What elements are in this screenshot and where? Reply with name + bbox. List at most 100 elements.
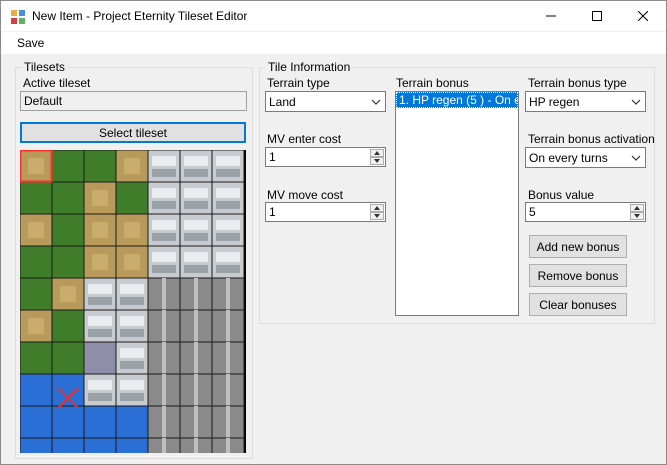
tile-window[interactable] (184, 220, 208, 230)
tileset-preview[interactable] (20, 150, 246, 453)
tile-road-line[interactable] (162, 310, 166, 342)
remove-bonus-button[interactable]: Remove bonus (529, 264, 627, 287)
tile-dirt-patch[interactable] (28, 318, 44, 334)
tile-road-line[interactable] (194, 310, 198, 342)
tile[interactable] (83, 150, 117, 183)
tile-window[interactable] (152, 220, 176, 230)
spin-down-icon[interactable] (370, 157, 384, 165)
tile-road-line[interactable] (226, 374, 230, 406)
minimize-button[interactable] (528, 1, 574, 31)
mv-move-cost-input[interactable]: 1 (265, 202, 386, 222)
tile-window[interactable] (120, 316, 144, 326)
spin-up-icon[interactable] (630, 204, 644, 212)
tile-roof[interactable] (120, 297, 144, 305)
terrain-bonus-list[interactable]: 1. HP regen (5 ) - On every turns (395, 91, 519, 316)
spin-up-icon[interactable] (370, 204, 384, 212)
terrain-bonus-type-combo[interactable]: HP regen (525, 91, 646, 112)
tile-dirt-patch[interactable] (92, 190, 108, 206)
tile-roof[interactable] (184, 233, 208, 241)
terrain-bonus-activation-combo[interactable]: On every turns (525, 147, 646, 168)
tile-dirt-patch[interactable] (92, 222, 108, 238)
tile-road-line[interactable] (194, 438, 198, 453)
tile-dirt-patch[interactable] (124, 158, 140, 174)
tile-road-line[interactable] (162, 438, 166, 453)
tile[interactable] (51, 437, 85, 453)
tile-dirt-patch[interactable] (124, 254, 140, 270)
tile-road-line[interactable] (162, 342, 166, 374)
tile-road-line[interactable] (226, 342, 230, 374)
tile-window[interactable] (216, 252, 240, 262)
tile-roof[interactable] (120, 361, 144, 369)
tile-roof[interactable] (88, 393, 112, 401)
tile[interactable] (51, 181, 85, 215)
tile[interactable] (51, 245, 85, 279)
tile-dirt-patch[interactable] (60, 286, 76, 302)
tile-roof[interactable] (152, 201, 176, 209)
tile-window[interactable] (216, 156, 240, 166)
tile-road-line[interactable] (226, 278, 230, 310)
tile[interactable] (83, 437, 117, 453)
tile-window[interactable] (184, 188, 208, 198)
clear-bonuses-button[interactable]: Clear bonuses (529, 293, 627, 316)
tile[interactable] (20, 245, 53, 279)
tile-window[interactable] (152, 188, 176, 198)
tile-window[interactable] (88, 284, 112, 294)
tile[interactable] (51, 341, 85, 375)
tile[interactable] (20, 341, 53, 375)
tile-road-line[interactable] (162, 374, 166, 406)
tile-road-line[interactable] (162, 278, 166, 310)
mv-move-cost-spinner[interactable] (370, 204, 384, 220)
tile-roof[interactable] (88, 329, 112, 337)
tile-window[interactable] (88, 316, 112, 326)
tile-window[interactable] (152, 252, 176, 262)
tile-roof[interactable] (216, 233, 240, 241)
tile-window[interactable] (184, 156, 208, 166)
tile-road-line[interactable] (194, 374, 198, 406)
tile[interactable] (83, 341, 117, 375)
tileset-grid[interactable] (20, 150, 246, 453)
tile[interactable] (20, 277, 53, 311)
tile-dirt-patch[interactable] (124, 222, 140, 238)
tile-roof[interactable] (88, 297, 112, 305)
tile-roof[interactable] (120, 329, 144, 337)
maximize-button[interactable] (574, 1, 620, 31)
tile-window[interactable] (216, 188, 240, 198)
spin-up-icon[interactable] (370, 149, 384, 157)
tile[interactable] (115, 181, 149, 215)
select-tileset-button[interactable]: Select tileset (20, 122, 246, 143)
tile-dirt-patch[interactable] (28, 222, 44, 238)
tile-roof[interactable] (152, 169, 176, 177)
tile[interactable] (51, 213, 85, 247)
tile-window[interactable] (88, 380, 112, 390)
tile-road-line[interactable] (194, 342, 198, 374)
tile-road-line[interactable] (194, 406, 198, 438)
tile[interactable] (51, 150, 85, 183)
terrain-bonus-list-item[interactable]: 1. HP regen (5 ) - On every turns (396, 92, 518, 108)
mv-enter-cost-spinner[interactable] (370, 149, 384, 165)
spin-down-icon[interactable] (630, 212, 644, 220)
tile-dirt-patch[interactable] (92, 254, 108, 270)
tile[interactable] (83, 405, 117, 439)
tile-roof[interactable] (216, 169, 240, 177)
add-new-bonus-button[interactable]: Add new bonus (529, 235, 627, 258)
tile-roof[interactable] (152, 265, 176, 273)
tile-window[interactable] (152, 156, 176, 166)
tile-window[interactable] (216, 220, 240, 230)
tile-roof[interactable] (184, 265, 208, 273)
tile-window[interactable] (184, 252, 208, 262)
close-button[interactable] (620, 1, 666, 31)
tile-roof[interactable] (120, 393, 144, 401)
tile[interactable] (20, 373, 53, 407)
tile-roof[interactable] (184, 201, 208, 209)
tile-roof[interactable] (152, 233, 176, 241)
tile[interactable] (51, 309, 85, 343)
tile-window[interactable] (120, 284, 144, 294)
tile-road-line[interactable] (226, 438, 230, 453)
tile-roof[interactable] (184, 169, 208, 177)
tile-dirt-patch[interactable] (28, 158, 44, 174)
tile[interactable] (51, 405, 85, 439)
bonus-value-input[interactable]: 5 (525, 202, 646, 222)
menu-save[interactable]: Save (11, 36, 50, 50)
bonus-value-spinner[interactable] (630, 204, 644, 220)
tile-road-line[interactable] (194, 278, 198, 310)
